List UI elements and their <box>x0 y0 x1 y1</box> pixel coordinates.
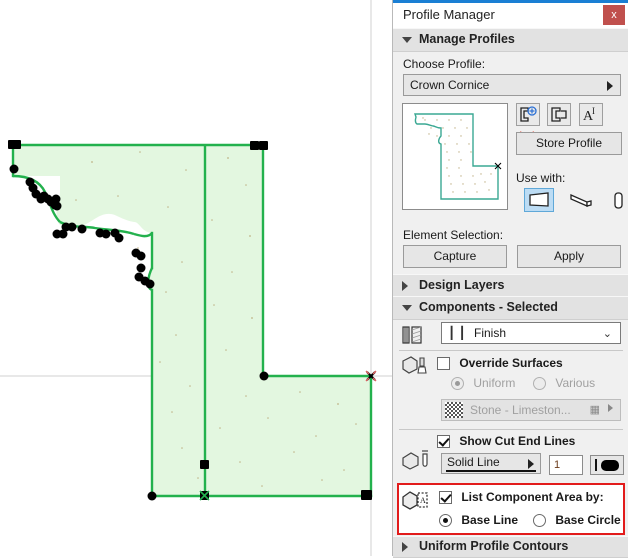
section-uniform-profile-contours[interactable]: Uniform Profile Contours <box>393 536 628 558</box>
window-title: Profile Manager <box>403 7 495 22</box>
pen-swatch <box>601 460 619 471</box>
use-with-label: Use with: <box>516 171 566 185</box>
line-type-select[interactable]: Solid Line <box>441 453 541 474</box>
material-select-value: Stone - Limeston... <box>470 403 571 417</box>
section-uniform-profile-contours-label: Uniform Profile Contours <box>419 539 569 553</box>
pen-number-field[interactable]: 1 <box>549 455 583 475</box>
use-with-options <box>524 188 627 214</box>
profile-outline-fill <box>13 145 371 496</box>
fill-pattern-icon <box>401 325 427 348</box>
beam-icon[interactable] <box>567 189 597 213</box>
profile-manager-panel: Profile Manager x Manage Profiles Choose… <box>392 0 628 558</box>
list-component-area-row[interactable]: List Component Area by: <box>439 490 604 505</box>
window-titlebar: Profile Manager x <box>393 3 628 28</box>
base-circle-radio[interactable] <box>533 514 546 528</box>
show-cut-end-lines-row[interactable]: Show Cut End Lines <box>437 434 576 449</box>
section-design-layers[interactable]: Design Layers <box>393 274 628 298</box>
chevron-down-icon <box>402 305 412 311</box>
various-radio[interactable] <box>533 377 546 391</box>
material-swatch-icon <box>445 402 463 418</box>
pen-color-button[interactable] <box>590 455 624 475</box>
override-surfaces-checkbox[interactable] <box>437 357 450 371</box>
preview-profile-shape <box>414 113 499 200</box>
section-manage-profiles[interactable]: Manage Profiles <box>393 28 628 52</box>
svg-text:I: I <box>592 106 595 116</box>
base-line-radio-row[interactable]: Base Line <box>439 513 519 528</box>
chevron-down-icon: ⌄ <box>602 328 612 340</box>
override-surfaces-row[interactable]: Override Surfaces <box>437 356 563 371</box>
material-select[interactable]: Stone - Limeston... ▦ <box>441 399 621 421</box>
pen-tick-icon <box>595 459 597 471</box>
divider <box>399 429 623 430</box>
chevron-right-icon <box>402 542 408 552</box>
divider <box>399 350 623 351</box>
element-selection-label: Element Selection: <box>403 228 504 242</box>
base-line-label: Base Line <box>461 513 519 527</box>
new-profile-icon[interactable] <box>516 103 540 126</box>
base-line-radio[interactable] <box>439 514 452 528</box>
profile-drawing-canvas[interactable] <box>0 0 392 556</box>
line-type-value: Solid Line <box>447 455 500 469</box>
column-icon[interactable] <box>611 189 627 213</box>
list-component-area-checkbox[interactable] <box>439 491 452 505</box>
choose-profile-label: Choose Profile: <box>403 57 486 71</box>
rename-profile-icon[interactable]: A I <box>578 103 603 126</box>
list-component-area-label: List Component Area by: <box>461 490 604 504</box>
material-browse-icon[interactable]: ▦ <box>590 403 600 416</box>
line-preview <box>446 470 536 472</box>
component-select-prefix: ┃ ┃ <box>448 326 466 340</box>
component-select[interactable]: ┃ ┃ Finish ⌄ <box>441 322 621 344</box>
component-area-icon: A <box>401 489 431 516</box>
cut-end-lines-icon <box>401 448 431 475</box>
show-cut-end-lines-label: Show Cut End Lines <box>459 434 576 448</box>
svg-text:A: A <box>420 496 426 505</box>
close-icon[interactable]: x <box>603 5 625 25</box>
duplicate-profile-icon[interactable] <box>547 103 572 126</box>
override-surfaces-label: Override Surfaces <box>459 356 563 370</box>
profile-preview <box>402 103 508 210</box>
section-manage-profiles-label: Manage Profiles <box>419 32 515 46</box>
section-components-selected[interactable]: Components - Selected <box>393 296 628 320</box>
chevron-down-icon <box>402 37 412 43</box>
surface-paint-icon <box>401 355 431 380</box>
various-label: Various <box>555 376 596 390</box>
capture-button[interactable]: Capture <box>403 245 507 268</box>
component-select-value: Finish <box>474 326 507 340</box>
chevron-right-icon <box>608 404 613 412</box>
chevron-right-icon <box>402 281 408 291</box>
section-design-layers-label: Design Layers <box>419 278 505 292</box>
profile-select[interactable]: Crown Cornice <box>403 74 621 96</box>
profile-manager-screen: Profile Manager x Manage Profiles Choose… <box>0 0 628 558</box>
profile-select-value: Crown Cornice <box>410 78 490 92</box>
chevron-right-icon <box>528 459 534 469</box>
store-profile-button[interactable]: Store Profile <box>516 132 622 155</box>
uniform-radio[interactable] <box>451 377 464 391</box>
apply-button[interactable]: Apply <box>517 245 621 268</box>
show-cut-end-lines-checkbox[interactable] <box>437 435 450 449</box>
chevron-right-icon <box>607 81 613 91</box>
base-circle-radio-row[interactable]: Base Circle <box>533 513 621 528</box>
section-components-selected-label: Components - Selected <box>419 300 558 314</box>
wall-icon[interactable] <box>524 188 554 212</box>
uniform-label: Uniform <box>473 376 516 390</box>
uniform-radio-row[interactable]: Uniform <box>451 376 516 391</box>
various-radio-row[interactable]: Various <box>533 376 596 391</box>
base-circle-label: Base Circle <box>555 513 621 527</box>
